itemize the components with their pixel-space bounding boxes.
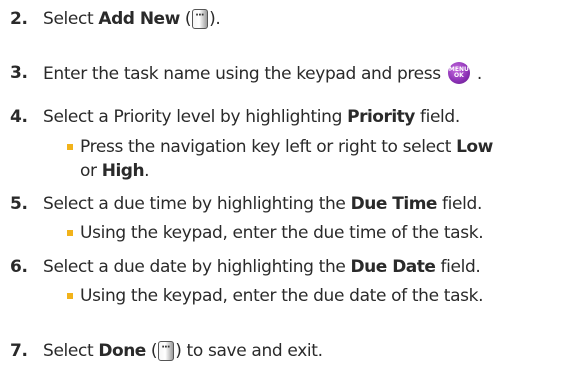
step-number: 7. [10,341,28,361]
step-bold: Due Time [350,194,438,214]
step-text: Select a Priority level by highlighting [43,107,348,127]
step-number: 4. [10,107,28,127]
step-number: 6. [10,257,28,277]
softkey-icon: ··· [192,9,209,29]
step-number: 5. [10,194,28,214]
step-text: Enter the task name using the keypad and… [43,64,441,84]
step-text: Select [43,341,99,361]
step-bold: Done [98,341,146,361]
step-bold: Add New [98,9,180,29]
softkey-icon: ··· [158,341,175,361]
step-text: Select a due time by highlighting the [43,194,351,214]
step-bold: Due Date [350,257,436,277]
step-text: Select [43,9,99,29]
bullet-icon [67,293,73,299]
step-bold: Priority [347,107,415,127]
bullet-icon [67,144,73,150]
step-text: Select a due date by highlighting the [43,257,351,277]
bullet-icon [67,230,73,236]
menu-ok-icon: MENU OK [447,62,470,84]
step-number: 2. [10,9,28,29]
step-number: 3. [10,63,28,83]
